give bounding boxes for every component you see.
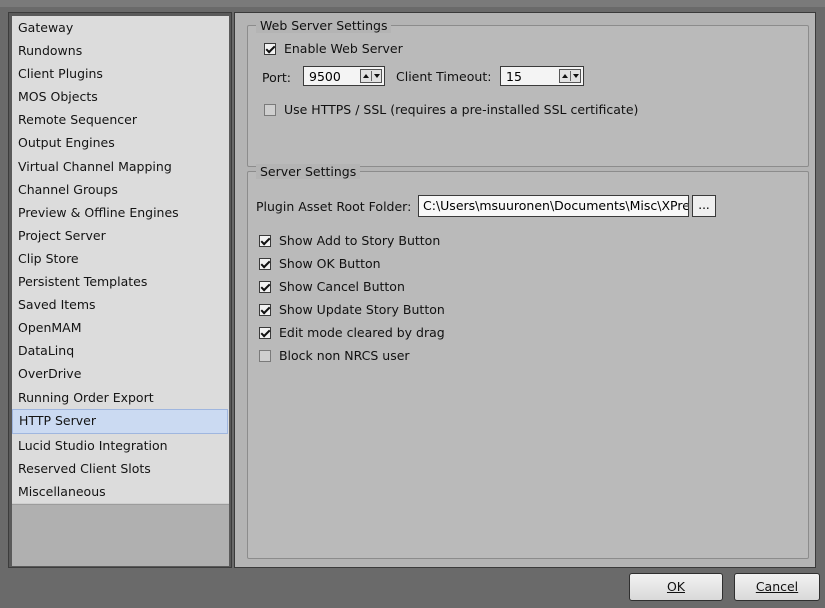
show-cancel-checkbox[interactable]	[259, 280, 271, 293]
arrow-up-icon[interactable]	[561, 74, 568, 78]
enable-web-server-checkbox[interactable]	[264, 42, 276, 55]
plugin-asset-root-folder-label: Plugin Asset Root Folder:	[256, 199, 412, 214]
sidebar-item-lucid-studio-integration[interactable]: Lucid Studio Integration	[12, 434, 229, 457]
arrow-up-icon[interactable]	[362, 74, 369, 78]
settings-category-list[interactable]: Gateway Rundowns Client Plugins MOS Obje…	[12, 16, 229, 566]
sidebar-item-output-engines[interactable]: Output Engines	[12, 131, 229, 154]
sidebar-item-virtual-channel-mapping[interactable]: Virtual Channel Mapping	[12, 155, 229, 178]
cancel-button[interactable]: Cancel	[734, 573, 820, 601]
use-https-row[interactable]: Use HTTPS / SSL (requires a pre-installe…	[264, 101, 638, 117]
client-timeout-spinbox[interactable]: 15	[500, 66, 584, 86]
show-update-story-checkbox[interactable]	[259, 303, 271, 316]
option-show-ok[interactable]: Show OK Button	[259, 255, 381, 271]
ok-button-label: OK	[666, 579, 686, 594]
edit-mode-cleared-label: Edit mode cleared by drag	[278, 325, 445, 340]
sidebar-item-gateway[interactable]: Gateway	[12, 16, 229, 39]
port-spinbox[interactable]: 9500	[303, 66, 385, 86]
sidebar-item-mos-objects[interactable]: MOS Objects	[12, 85, 229, 108]
sidebar-item-http-server[interactable]: HTTP Server	[12, 408, 228, 434]
browse-folder-button[interactable]: ...	[692, 195, 716, 217]
show-add-to-story-checkbox[interactable]	[259, 234, 271, 247]
plugin-asset-root-folder-input[interactable]: C:\Users\msuuronen\Documents\Misc\XPre	[418, 195, 689, 217]
enable-web-server-row[interactable]: Enable Web Server	[264, 40, 403, 56]
sidebar-item-channel-groups[interactable]: Channel Groups	[12, 178, 229, 201]
category-items: Gateway Rundowns Client Plugins MOS Obje…	[12, 16, 229, 503]
sidebar-item-openmam[interactable]: OpenMAM	[12, 316, 229, 339]
arrow-down-icon[interactable]	[572, 74, 579, 78]
web-server-settings-legend: Web Server Settings	[256, 18, 392, 33]
show-update-story-label: Show Update Story Button	[278, 302, 445, 317]
option-edit-mode-cleared[interactable]: Edit mode cleared by drag	[259, 324, 445, 340]
arrow-separator	[569, 71, 571, 81]
client-timeout-value: 15	[506, 68, 522, 84]
server-settings-group: Server Settings Plugin Asset Root Folder…	[247, 164, 809, 559]
port-spin-arrows[interactable]	[360, 69, 382, 83]
sidebar-item-persistent-templates[interactable]: Persistent Templates	[12, 270, 229, 293]
list-empty-area	[12, 504, 229, 566]
sidebar-item-rundowns[interactable]: Rundowns	[12, 39, 229, 62]
port-label: Port:	[262, 70, 291, 85]
option-block-non-nrcs[interactable]: Block non NRCS user	[259, 347, 410, 363]
sidebar-item-running-order-export[interactable]: Running Order Export	[12, 386, 229, 409]
sidebar-item-preview-offline-engines[interactable]: Preview & Offline Engines	[12, 201, 229, 224]
plugin-folder-row: Plugin Asset Root Folder:	[256, 199, 411, 214]
show-ok-checkbox[interactable]	[259, 257, 271, 270]
option-show-update-story[interactable]: Show Update Story Button	[259, 301, 445, 317]
sidebar-item-datalinq[interactable]: DataLinq	[12, 339, 229, 362]
cancel-button-label: Cancel	[755, 579, 799, 594]
timeout-spin-arrows[interactable]	[559, 69, 581, 83]
show-cancel-label: Show Cancel Button	[278, 279, 405, 294]
use-https-checkbox[interactable]	[264, 103, 276, 116]
sidebar-item-client-plugins[interactable]: Client Plugins	[12, 62, 229, 85]
sidebar-item-overdrive[interactable]: OverDrive	[12, 362, 229, 385]
show-ok-label: Show OK Button	[278, 256, 381, 271]
option-show-add-to-story[interactable]: Show Add to Story Button	[259, 232, 440, 248]
arrow-separator	[370, 71, 372, 81]
title-strip	[0, 0, 825, 7]
ok-button[interactable]: OK	[629, 573, 723, 601]
sidebar-item-remote-sequencer[interactable]: Remote Sequencer	[12, 108, 229, 131]
settings-panel: Web Server Settings Enable Web Server Po…	[234, 12, 816, 568]
block-non-nrcs-checkbox[interactable]	[259, 349, 271, 362]
client-timeout-label: Client Timeout:	[396, 69, 492, 84]
use-https-label: Use HTTPS / SSL (requires a pre-installe…	[283, 102, 639, 117]
web-server-settings-group: Web Server Settings Enable Web Server Po…	[247, 18, 809, 167]
enable-web-server-label: Enable Web Server	[283, 41, 403, 56]
port-value: 9500	[309, 68, 341, 84]
sidebar-item-miscellaneous[interactable]: Miscellaneous	[12, 480, 229, 503]
sidebar-item-project-server[interactable]: Project Server	[12, 224, 229, 247]
port-row: Port:	[262, 69, 291, 85]
server-settings-legend: Server Settings	[256, 164, 361, 179]
option-show-cancel[interactable]: Show Cancel Button	[259, 278, 405, 294]
show-add-to-story-label: Show Add to Story Button	[278, 233, 441, 248]
sidebar-item-saved-items[interactable]: Saved Items	[12, 293, 229, 316]
timeout-row: Client Timeout:	[396, 69, 491, 84]
sidebar-item-clip-store[interactable]: Clip Store	[12, 247, 229, 270]
edit-mode-cleared-checkbox[interactable]	[259, 326, 271, 339]
sidebar-item-reserved-client-slots[interactable]: Reserved Client Slots	[12, 457, 229, 480]
block-non-nrcs-label: Block non NRCS user	[278, 348, 410, 363]
arrow-down-icon[interactable]	[373, 74, 380, 78]
